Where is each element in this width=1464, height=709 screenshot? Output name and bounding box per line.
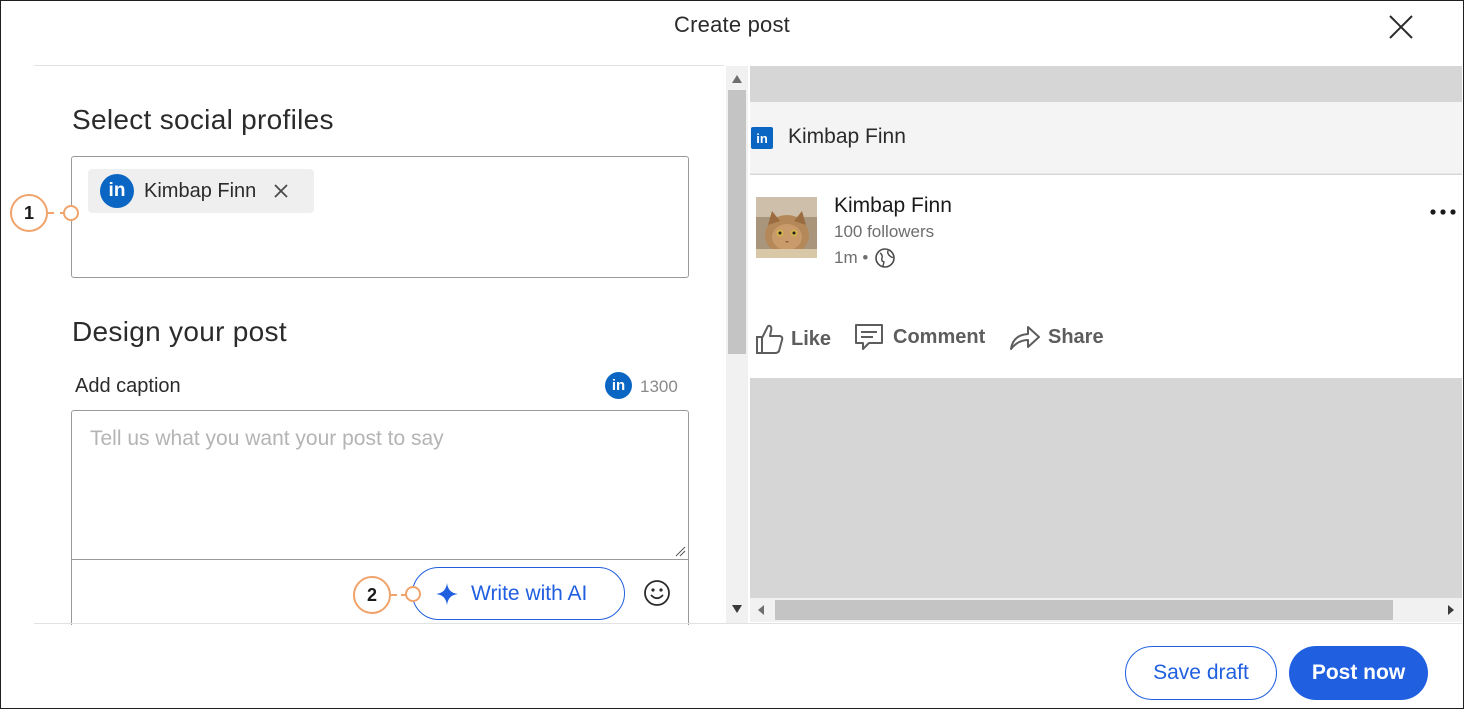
- like-label: Like: [791, 327, 832, 350]
- caption-input[interactable]: [72, 411, 688, 559]
- preview-time-text: 1m •: [834, 248, 869, 267]
- preview-timestamp: 1m •: [834, 247, 896, 269]
- preview-share-action[interactable]: Share: [1008, 322, 1104, 352]
- write-with-ai-label: Write with AI: [471, 581, 588, 605]
- remove-profile-icon[interactable]: [272, 182, 290, 200]
- caption-label: Add caption: [75, 375, 181, 397]
- preview-scrollbar-thumb[interactable]: [775, 600, 1393, 620]
- globe-icon: [875, 248, 896, 268]
- header-divider: [34, 65, 724, 66]
- callout-dot-2: [405, 586, 421, 602]
- post-now-button[interactable]: Post now: [1289, 646, 1428, 700]
- profiles-heading: Select social profiles: [72, 104, 334, 135]
- avatar: [756, 197, 817, 258]
- preview-comment-action[interactable]: Comment: [853, 322, 985, 352]
- scroll-up-arrow-icon[interactable]: [731, 74, 743, 84]
- scroll-down-arrow-icon[interactable]: [731, 604, 743, 614]
- design-heading: Design your post: [72, 316, 287, 347]
- resize-handle-icon[interactable]: [674, 545, 686, 557]
- linkedin-icon: in: [100, 174, 134, 208]
- caption-field-wrapper: [71, 410, 689, 560]
- linkedin-icon: in: [751, 127, 773, 149]
- ellipsis-icon: [1430, 209, 1456, 215]
- linkedin-icon: in: [605, 372, 632, 399]
- callout-marker-1: 1: [10, 194, 48, 232]
- save-draft-button[interactable]: Save draft: [1125, 646, 1277, 700]
- preview-followers: 100 followers: [834, 222, 935, 241]
- footer-divider: [34, 623, 1462, 624]
- character-limit: 1300: [640, 377, 678, 396]
- comment-icon: [855, 324, 883, 350]
- more-options-button[interactable]: [1428, 200, 1462, 220]
- profile-selector[interactable]: in Kimbap Finn: [71, 156, 689, 278]
- share-arrow-icon: [1010, 326, 1040, 350]
- scroll-left-arrow-icon[interactable]: [757, 604, 765, 616]
- emoji-button[interactable]: [643, 579, 671, 607]
- comment-label: Comment: [893, 325, 986, 348]
- smiley-icon: [644, 580, 670, 606]
- scroll-right-arrow-icon[interactable]: [1447, 604, 1455, 616]
- profile-chip-label: Kimbap Finn: [144, 179, 257, 202]
- preview-like-action[interactable]: Like: [753, 322, 831, 356]
- thumbs-up-icon: [756, 324, 784, 354]
- preview-network-name: Kimbap Finn: [788, 125, 906, 148]
- close-icon: [1389, 15, 1413, 39]
- callout-dot-1: [63, 205, 79, 221]
- sparkle-icon: [436, 582, 458, 605]
- editor-scrollbar-thumb[interactable]: [728, 90, 746, 354]
- share-label: Share: [1048, 325, 1104, 348]
- dialog-title: Create post: [674, 12, 790, 37]
- profile-chip: in Kimbap Finn: [88, 169, 314, 213]
- write-with-ai-button[interactable]: Write with AI: [412, 567, 625, 620]
- close-button[interactable]: [1386, 12, 1416, 42]
- preview-author-name: Kimbap Finn: [834, 194, 952, 217]
- callout-marker-2: 2: [353, 576, 391, 614]
